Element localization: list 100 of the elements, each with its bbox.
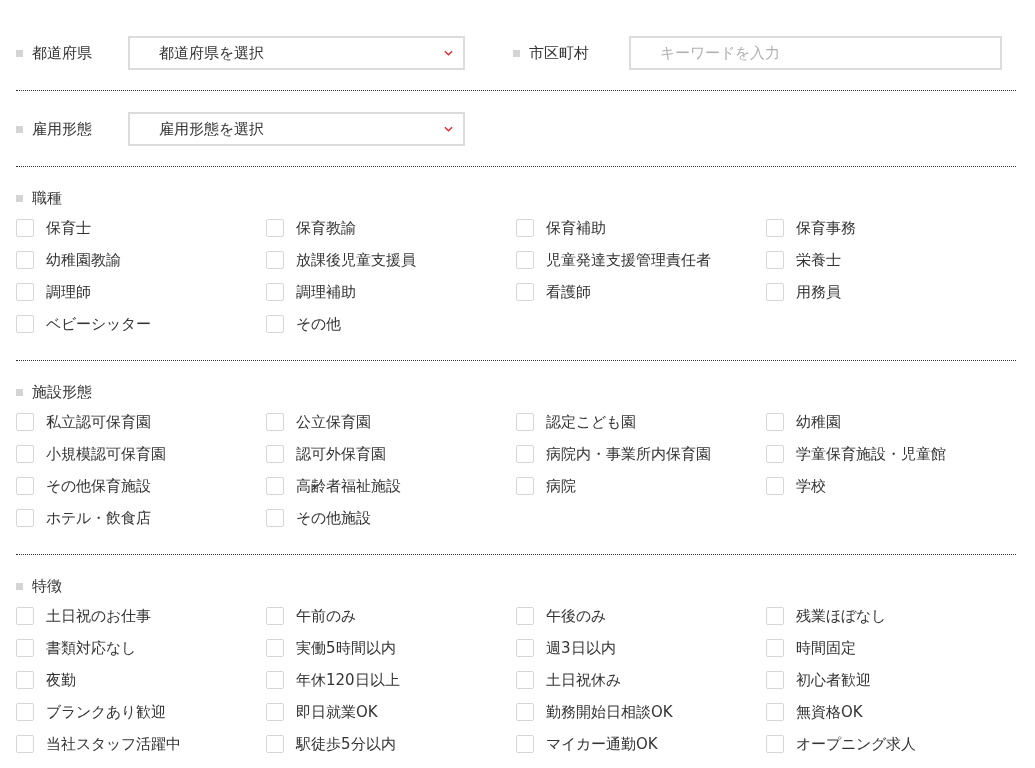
checkbox-label[interactable]: 病院内・事業所内保育園 [546, 444, 711, 464]
checkbox-label[interactable]: 時間固定 [796, 638, 856, 658]
checkbox[interactable] [266, 607, 284, 625]
checkbox-label[interactable]: 週3日以内 [546, 638, 616, 658]
checkbox[interactable] [16, 639, 34, 657]
checkbox[interactable] [766, 251, 784, 269]
checkbox[interactable] [516, 283, 534, 301]
checkbox[interactable] [766, 703, 784, 721]
checkbox[interactable] [16, 283, 34, 301]
checkbox-label[interactable]: 保育教諭 [296, 218, 356, 238]
checkbox-label[interactable]: 勤務開始日相談OK [546, 702, 673, 722]
checkbox-label[interactable]: 私立認可保育園 [46, 412, 151, 432]
checkbox[interactable] [16, 671, 34, 689]
checkbox-label[interactable]: 高齢者福祉施設 [296, 476, 401, 496]
checkbox[interactable] [516, 735, 534, 753]
checkbox[interactable] [16, 315, 34, 333]
checkbox[interactable] [16, 251, 34, 269]
checkbox-label[interactable]: その他 [296, 314, 341, 334]
checkbox-label[interactable]: 幼稚園 [796, 412, 841, 432]
checkbox-label[interactable]: 認定こども園 [546, 412, 636, 432]
checkbox[interactable] [266, 509, 284, 527]
checkbox[interactable] [266, 445, 284, 463]
checkbox[interactable] [266, 251, 284, 269]
checkbox-label[interactable]: 小規模認可保育園 [46, 444, 166, 464]
checkbox[interactable] [516, 219, 534, 237]
checkbox-label[interactable]: 土日祝休み [546, 670, 621, 690]
checkbox-label[interactable]: ブランクあり歓迎 [46, 702, 166, 722]
checkbox[interactable] [16, 413, 34, 431]
checkbox[interactable] [516, 703, 534, 721]
checkbox[interactable] [516, 445, 534, 463]
checkbox[interactable] [516, 639, 534, 657]
checkbox-label[interactable]: 保育事務 [796, 218, 856, 238]
checkbox[interactable] [16, 219, 34, 237]
checkbox-label[interactable]: ホテル・飲食店 [46, 508, 151, 528]
checkbox-label[interactable]: 保育補助 [546, 218, 606, 238]
checkbox[interactable] [16, 509, 34, 527]
checkbox[interactable] [766, 477, 784, 495]
checkbox[interactable] [266, 283, 284, 301]
checkbox-label[interactable]: 夜勤 [46, 670, 76, 690]
checkbox[interactable] [266, 703, 284, 721]
checkbox[interactable] [766, 219, 784, 237]
checkbox-label[interactable]: 駅徒歩5分以内 [296, 734, 396, 754]
checkbox-label[interactable]: 児童発達支援管理責任者 [546, 250, 711, 270]
checkbox[interactable] [266, 671, 284, 689]
checkbox[interactable] [266, 219, 284, 237]
checkbox[interactable] [266, 735, 284, 753]
checkbox[interactable] [516, 413, 534, 431]
checkbox-label[interactable]: 病院 [546, 476, 576, 496]
checkbox-label[interactable]: 当社スタッフ活躍中 [46, 734, 181, 754]
checkbox-label[interactable]: 調理補助 [296, 282, 356, 302]
checkbox-label[interactable]: 保育士 [46, 218, 91, 238]
checkbox[interactable] [766, 671, 784, 689]
checkbox-label[interactable]: 認可外保育園 [296, 444, 386, 464]
checkbox-label[interactable]: 残業ほぼなし [796, 606, 886, 626]
checkbox-label[interactable]: 公立保育園 [296, 412, 371, 432]
checkbox-label[interactable]: 午前のみ [296, 606, 356, 626]
checkbox-label[interactable]: 用務員 [796, 282, 841, 302]
checkbox-label[interactable]: その他施設 [296, 508, 371, 528]
checkbox[interactable] [766, 413, 784, 431]
checkbox-label[interactable]: 看護師 [546, 282, 591, 302]
checkbox[interactable] [266, 477, 284, 495]
checkbox[interactable] [266, 315, 284, 333]
checkbox[interactable] [266, 413, 284, 431]
checkbox-label[interactable]: 放課後児童支援員 [296, 250, 416, 270]
select-dropdown[interactable]: 都道府県を選択 [128, 36, 465, 70]
checkbox-label[interactable]: 幼稚園教諭 [46, 250, 121, 270]
checkbox[interactable] [16, 477, 34, 495]
checkbox-label[interactable]: 実働5時間以内 [296, 638, 396, 658]
checkbox-label[interactable]: 土日祝のお仕事 [46, 606, 151, 626]
square-marker-icon [16, 388, 23, 396]
checkbox[interactable] [16, 445, 34, 463]
checkbox[interactable] [516, 607, 534, 625]
checkbox[interactable] [16, 735, 34, 753]
checkbox[interactable] [266, 639, 284, 657]
checkbox[interactable] [766, 283, 784, 301]
checkbox-label[interactable]: 栄養士 [796, 250, 841, 270]
checkbox-label[interactable]: ベビーシッター [46, 314, 151, 334]
checkbox-label[interactable]: 年休120日以上 [296, 670, 400, 690]
select-dropdown[interactable]: 雇用形態を選択 [128, 112, 465, 146]
checkbox-label[interactable]: 学童保育施設・児童館 [796, 444, 946, 464]
checkbox-label[interactable]: 即日就業OK [296, 702, 378, 722]
checkbox-label[interactable]: 初心者歓迎 [796, 670, 871, 690]
checkbox-label[interactable]: 午後のみ [546, 606, 606, 626]
checkbox[interactable] [16, 607, 34, 625]
checkbox[interactable] [766, 445, 784, 463]
checkbox[interactable] [516, 477, 534, 495]
checkbox-label[interactable]: オープニング求人 [796, 734, 916, 754]
checkbox-label[interactable]: マイカー通勤OK [546, 734, 658, 754]
checkbox-label[interactable]: 調理師 [46, 282, 91, 302]
keyword-input-field[interactable]: キーワードを入力 [629, 36, 1002, 70]
checkbox-label[interactable]: 書類対応なし [46, 638, 136, 658]
checkbox-label[interactable]: その他保育施設 [46, 476, 151, 496]
checkbox[interactable] [16, 703, 34, 721]
checkbox[interactable] [766, 735, 784, 753]
checkbox-label[interactable]: 学校 [796, 476, 826, 496]
checkbox[interactable] [766, 639, 784, 657]
checkbox[interactable] [766, 607, 784, 625]
checkbox-label[interactable]: 無資格OK [796, 702, 863, 722]
checkbox[interactable] [516, 251, 534, 269]
checkbox[interactable] [516, 671, 534, 689]
